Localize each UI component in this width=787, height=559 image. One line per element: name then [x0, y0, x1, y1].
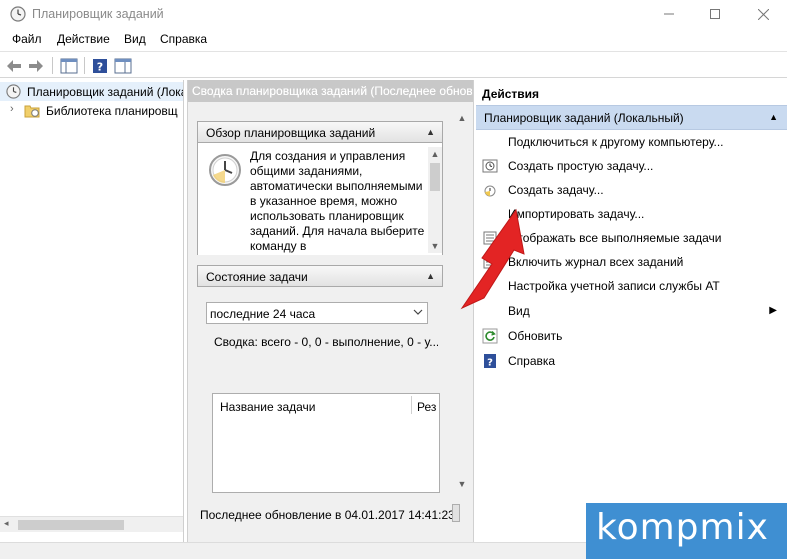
toolbar: ? [0, 51, 787, 78]
scrollbar-thumb[interactable] [430, 163, 440, 191]
minimize-button[interactable] [646, 0, 692, 28]
status-bar [0, 542, 586, 559]
close-icon [757, 8, 769, 20]
tree-item-label: Планировщик заданий (Лока [27, 85, 184, 99]
menu-action[interactable]: Действие [57, 32, 110, 46]
menu-view[interactable]: Вид [124, 32, 146, 46]
chevron-right-icon[interactable]: › [10, 103, 14, 115]
tree-item-library[interactable]: › Библиотека планировщ [0, 101, 183, 120]
maximize-icon [710, 9, 720, 19]
scroll-up-icon[interactable]: ▲ [455, 111, 469, 125]
submenu-arrow-icon: ▶ [769, 305, 777, 316]
tree-item-label: Библиотека планировщ [46, 104, 178, 118]
show-action-pane-button[interactable] [113, 56, 133, 75]
close-button[interactable] [740, 0, 786, 28]
help-icon: ? [93, 58, 107, 73]
refresh-link-button[interactable] [452, 504, 460, 522]
help-icon: ? [484, 354, 496, 369]
action-connect-computer[interactable]: Подключиться к другому компьютеру... [476, 130, 787, 154]
overview-section-header[interactable]: Обзор планировщика заданий ▲ [197, 121, 443, 143]
action-label: Обновить [508, 329, 563, 343]
help-button[interactable]: ? [90, 56, 110, 75]
back-button[interactable] [4, 56, 24, 75]
period-value: последние 24 часа [210, 307, 316, 321]
title-bar: Планировщик заданий [0, 0, 787, 28]
menu-help[interactable]: Справка [160, 32, 207, 46]
brand-logo-text: kompmix [596, 507, 769, 548]
brand-logo: kompmix [586, 503, 787, 559]
maximize-button[interactable] [692, 0, 738, 28]
menu-file[interactable]: Файл [12, 32, 42, 46]
task-table: Название задачи Рез [212, 393, 440, 493]
collapse-icon[interactable]: ▲ [426, 271, 435, 281]
overview-text: Для создания и управления общими задания… [250, 149, 425, 253]
arrow-left-icon [7, 59, 21, 72]
toolbar-separator [84, 57, 85, 74]
last-updated-text: Последнее обновление в 04.01.2017 14:41:… [200, 508, 455, 522]
menu-bar: Файл Действие Вид Справка [0, 29, 787, 49]
action-create-basic-task[interactable]: Создать простую задачу... [476, 154, 787, 178]
status-section-header[interactable]: Состояние задачи ▲ [197, 265, 443, 287]
wizard-icon [482, 159, 498, 173]
clock-icon [10, 6, 26, 22]
scroll-left-icon[interactable]: ◂ [4, 518, 9, 529]
annotation-arrow-icon [460, 208, 525, 310]
scheduler-clock-icon [209, 154, 241, 186]
actions-group-title: Планировщик заданий (Локальный) [484, 111, 684, 125]
action-pane-icon [114, 58, 132, 73]
period-select[interactable]: последние 24 часа [206, 302, 428, 324]
actions-header-text: Действия [482, 87, 540, 101]
overview-title: Обзор планировщика заданий [206, 126, 376, 140]
collapse-icon[interactable]: ▲ [769, 112, 778, 122]
console-tree-icon [60, 58, 78, 73]
action-label: Создать простую задачу... [508, 159, 654, 173]
console-tree: Планировщик заданий (Лока › Библиотека п… [0, 80, 184, 542]
window-title: Планировщик заданий [32, 7, 164, 21]
column-header-result[interactable]: Рез [417, 400, 439, 414]
task-summary: Сводка: всего - 0, 0 - выполнение, 0 - у… [214, 335, 438, 349]
status-title: Состояние задачи [206, 270, 308, 284]
scroll-down-icon[interactable]: ▼ [455, 477, 469, 491]
column-header-name[interactable]: Название задачи [220, 400, 316, 414]
show-tree-button[interactable] [59, 56, 79, 75]
column-divider[interactable] [411, 396, 412, 414]
minimize-icon [664, 13, 674, 15]
tree-horizontal-scrollbar[interactable]: ◂ [0, 516, 183, 532]
forward-button[interactable] [26, 56, 46, 75]
action-label: Подключиться к другому компьютеру... [508, 135, 724, 149]
toolbar-separator [52, 57, 53, 74]
arrow-right-icon [29, 59, 43, 72]
svg-text:?: ? [487, 358, 493, 369]
action-help[interactable]: ? Справка [476, 349, 787, 373]
folder-clock-icon [24, 105, 40, 118]
svg-text:?: ? [97, 60, 103, 73]
summary-header: Сводка планировщика заданий (Последнее о… [188, 80, 473, 102]
actions-header: Действия [476, 86, 787, 104]
summary-header-text: Сводка планировщика заданий (Последнее о… [192, 84, 473, 98]
clock-icon [6, 84, 21, 99]
overview-body: Для создания и управления общими задания… [197, 143, 443, 255]
tree-item-root[interactable]: Планировщик заданий (Лока [0, 82, 184, 101]
collapse-icon[interactable]: ▲ [426, 127, 435, 137]
chevron-down-icon[interactable] [413, 306, 423, 320]
refresh-icon [482, 328, 498, 344]
scroll-up-icon[interactable]: ▲ [428, 147, 442, 161]
action-label: Справка [508, 354, 556, 368]
scrollbar-thumb[interactable] [18, 520, 124, 530]
actions-group-header[interactable]: Планировщик заданий (Локальный) ▲ [476, 105, 787, 130]
